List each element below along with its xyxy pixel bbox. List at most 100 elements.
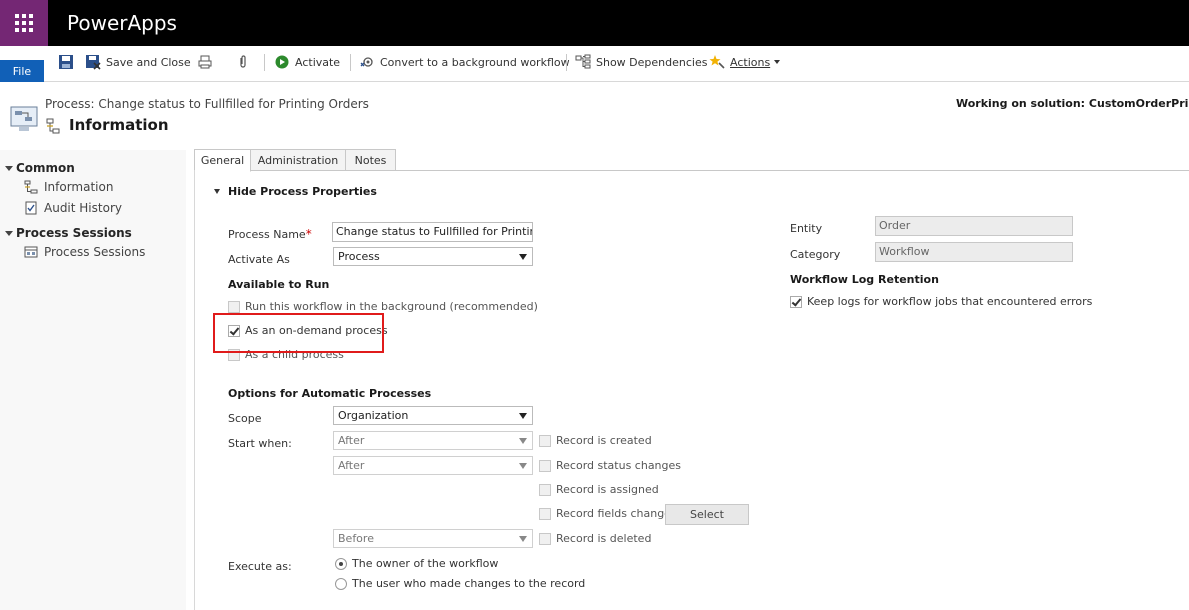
show-dependencies-button[interactable]: Show Dependencies xyxy=(575,53,707,71)
execute-user-label: The user who made changes to the record xyxy=(352,577,586,590)
checkbox-box xyxy=(228,300,240,313)
convert-label: Convert to a background workflow xyxy=(380,55,570,69)
toolbar-separator xyxy=(566,54,567,71)
chevron-down-icon xyxy=(519,438,527,444)
keep-logs-checkbox[interactable]: Keep logs for workflow jobs that encount… xyxy=(790,295,1092,308)
tab-administration[interactable]: Administration xyxy=(250,149,346,171)
record-deleted-checkbox[interactable]: Record is deleted xyxy=(539,532,651,545)
convert-button[interactable]: Convert to a background workflow xyxy=(359,53,570,71)
process-entity-icon xyxy=(10,106,38,132)
dependencies-icon xyxy=(575,54,591,70)
save-icon xyxy=(58,54,74,70)
record-status-checkbox[interactable]: Record status changes xyxy=(539,459,681,472)
process-name-label-text: Process Name xyxy=(228,228,306,241)
hide-process-properties-toggle[interactable]: Hide Process Properties xyxy=(214,185,377,198)
process-name-label: Process Name* xyxy=(228,227,312,241)
scope-label: Scope xyxy=(228,412,262,425)
nav-group-process-sessions[interactable]: Process Sessions xyxy=(5,226,132,240)
file-button[interactable]: File xyxy=(0,60,44,82)
chevron-down-icon xyxy=(519,413,527,419)
activate-icon xyxy=(274,54,290,70)
chevron-down-icon xyxy=(519,254,527,260)
actions-label: Actions xyxy=(730,55,771,69)
chevron-down-icon xyxy=(519,536,527,542)
section-title: Hide Process Properties xyxy=(228,185,377,198)
nav-group-label: Process Sessions xyxy=(16,226,132,240)
scope-select[interactable]: Organization xyxy=(333,406,533,425)
print-icon xyxy=(197,54,213,70)
record-status-label: Record status changes xyxy=(556,459,682,472)
nav-item-label: Process Sessions xyxy=(44,245,146,259)
convert-icon xyxy=(359,54,375,70)
app-title: PowerApps xyxy=(67,11,177,35)
audit-history-icon xyxy=(24,201,38,215)
save-and-close-label: Save and Close xyxy=(106,55,191,69)
nav-group-common[interactable]: Common xyxy=(5,161,75,175)
activate-as-value: Process xyxy=(338,250,380,263)
record-fields-checkbox[interactable]: Record fields change xyxy=(539,507,671,520)
execute-as-label: Execute as: xyxy=(228,560,292,573)
save-button[interactable] xyxy=(58,53,79,71)
activate-label: Activate xyxy=(295,55,341,69)
start-when-label: Start when: xyxy=(228,437,292,450)
record-assigned-checkbox[interactable]: Record is assigned xyxy=(539,483,659,496)
record-created-checkbox[interactable]: Record is created xyxy=(539,434,652,447)
category-field: Workflow xyxy=(875,242,1073,262)
print-button[interactable] xyxy=(197,53,218,71)
entity-label: Entity xyxy=(790,222,823,235)
chevron-down-icon xyxy=(519,463,527,469)
execute-user-radio[interactable]: The user who made changes to the record xyxy=(335,577,585,590)
left-navigation: Common Information Audit History Process… xyxy=(0,150,186,610)
checkbox-box xyxy=(539,483,551,496)
collapse-triangle-icon xyxy=(5,165,13,171)
tab-notes[interactable]: Notes xyxy=(345,149,396,171)
collapse-triangle-icon xyxy=(5,230,13,236)
attach-button[interactable] xyxy=(235,53,256,71)
highlight-box xyxy=(213,313,384,353)
start-when-select-2[interactable]: After xyxy=(333,456,533,475)
execute-owner-radio[interactable]: The owner of the workflow xyxy=(335,557,498,570)
select-fields-button[interactable]: Select xyxy=(665,504,749,525)
execute-owner-label: The owner of the workflow xyxy=(352,557,499,570)
actions-menu-button[interactable]: Actions xyxy=(709,53,781,71)
nav-item-audit-history[interactable]: Audit History xyxy=(24,201,122,215)
radio-dot xyxy=(335,577,347,590)
save-and-close-button[interactable]: Save and Close xyxy=(85,53,191,71)
toolbar-separator xyxy=(264,54,265,71)
checkbox-box xyxy=(539,507,551,520)
nav-item-label: Information xyxy=(44,180,114,194)
scope-value: Organization xyxy=(338,409,409,422)
available-to-run-heading: Available to Run xyxy=(228,278,330,291)
record-created-label: Record is created xyxy=(556,434,652,447)
start-when-select-3[interactable]: Before xyxy=(333,529,533,548)
log-retention-heading: Workflow Log Retention xyxy=(790,273,939,286)
activate-button[interactable]: Activate xyxy=(274,53,340,71)
activate-as-label: Activate As xyxy=(228,253,290,266)
checkbox-box xyxy=(790,295,802,308)
entity-field: Order xyxy=(875,216,1073,236)
options-automatic-heading: Options for Automatic Processes xyxy=(228,387,432,400)
start-when-value: Before xyxy=(338,532,374,545)
start-when-select-1[interactable]: After xyxy=(333,431,533,450)
content-divider xyxy=(194,170,195,610)
information-icon xyxy=(24,180,38,194)
nav-group-label: Common xyxy=(16,161,75,175)
start-when-value: After xyxy=(338,459,365,472)
toolbar-separator xyxy=(350,54,351,71)
start-when-value: After xyxy=(338,434,365,447)
process-subtitle: Process: Change status to Fullfilled for… xyxy=(45,97,369,111)
keep-logs-label: Keep logs for workflow jobs that encount… xyxy=(807,295,1093,308)
nav-item-information[interactable]: Information xyxy=(24,180,113,194)
paperclip-icon xyxy=(235,54,251,70)
activate-as-select[interactable]: Process xyxy=(333,247,533,266)
app-launcher-button[interactable] xyxy=(0,0,48,46)
record-assigned-label: Record is assigned xyxy=(556,483,659,496)
run-background-checkbox[interactable]: Run this workflow in the background (rec… xyxy=(228,300,538,313)
chevron-down-icon xyxy=(774,60,781,64)
waffle-icon xyxy=(15,14,33,32)
process-name-input[interactable]: Change status to Fullfilled for Printing… xyxy=(332,222,533,242)
nav-item-process-sessions[interactable]: Process Sessions xyxy=(24,245,145,259)
process-sessions-icon xyxy=(24,245,38,259)
top-bar: PowerApps xyxy=(0,0,1189,46)
tab-general[interactable]: General xyxy=(194,149,251,172)
